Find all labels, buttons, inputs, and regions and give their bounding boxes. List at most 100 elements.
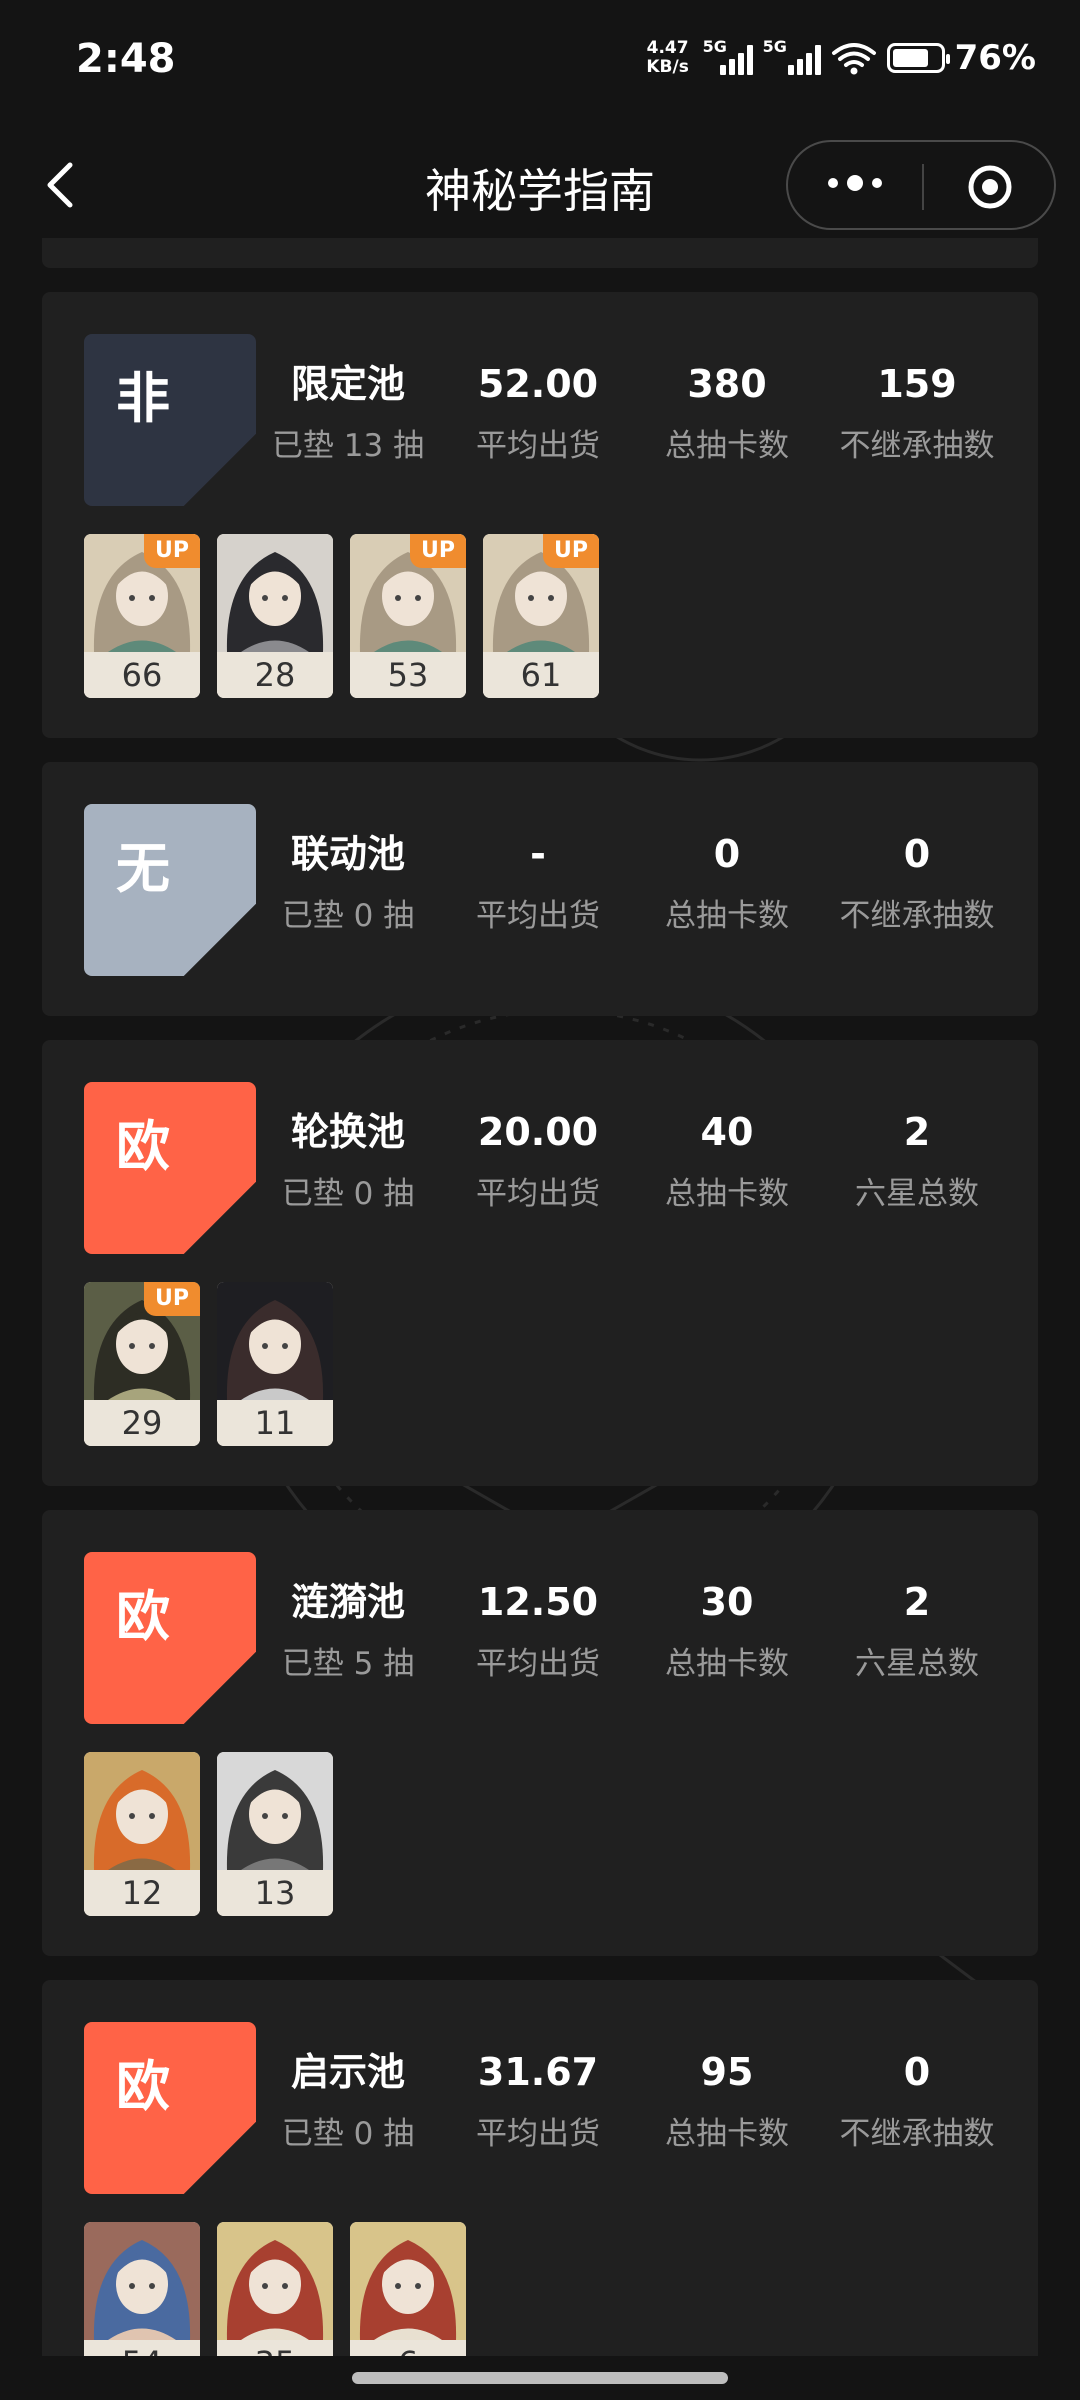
more-dots-icon[interactable] [828,175,882,191]
pool-pity: 已垫 0 抽 [281,2116,415,2152]
rank-label: 无 [116,837,170,900]
stat-column: 0 不继承抽数 [822,830,1012,935]
rank-label: 欧 [116,1585,170,1648]
pool-name: 涟漪池 [290,1580,405,1624]
stat-column: 0 不继承抽数 [822,2048,1012,2153]
stat-column: - 平均出货 [443,830,633,935]
stat-label: 总抽卡数 [665,1646,789,1682]
pool-name-stat: 限定池 已垫 13 抽 [253,360,443,465]
pool-card[interactable]: 欧轮换池 已垫 0 抽 20.00 平均出货 40 总抽卡数 2 六星总数 UP… [42,1040,1038,1486]
stat-column: 0 总抽卡数 [632,830,822,935]
stat-column: 12.50 平均出货 [443,1578,633,1683]
signal-2-icon: 5G [763,37,821,75]
up-badge: UP [543,534,599,568]
rank-badge: 欧 [84,1552,256,1724]
target-circle-icon[interactable] [966,163,1014,211]
network-speed-unit: KB/s [646,57,689,77]
character-row: 12 13 [84,1752,333,1916]
character-card[interactable]: 12 [84,1752,200,1916]
character-card[interactable]: UP 29 [84,1282,200,1446]
pool-name-stat: 涟漪池 已垫 5 抽 [253,1578,443,1683]
character-pull-count: 61 [483,652,599,698]
capsule-divider [922,164,924,210]
rank-badge: 无 [84,804,256,976]
pool-pity: 已垫 0 抽 [281,898,415,934]
character-card[interactable]: UP 66 [84,534,200,698]
pool-name: 轮换池 [290,1110,405,1154]
pool-pity: 已垫 5 抽 [281,1646,415,1682]
sim1-network-tag: 5G [702,37,727,56]
up-badge: UP [144,534,200,568]
stat-column: 380 总抽卡数 [632,360,822,465]
stat-column: 95 总抽卡数 [632,2048,822,2153]
pool-name-stat: 启示池 已垫 0 抽 [253,2048,443,2153]
character-pull-count: 12 [84,1870,200,1916]
stat-label: 平均出货 [476,2116,600,2152]
mini-program-capsule [786,140,1056,230]
rank-badge: 非 [84,334,256,506]
stat-label: 平均出货 [476,1646,600,1682]
stat-label: 总抽卡数 [665,898,789,934]
nav-bar: 神秘学指南 [0,125,1080,245]
rank-label: 欧 [116,2055,170,2118]
home-indicator[interactable] [352,2372,728,2384]
stat-label: 六星总数 [855,1176,979,1212]
wifi-icon [831,43,876,75]
character-pull-count: 53 [350,652,466,698]
stat-value: 52.00 [477,362,599,406]
pool-name: 启示池 [290,2050,405,2094]
status-icons: 4.47 KB/s 5G 5G 76% [643,37,1036,78]
stat-label: 不继承抽数 [839,898,995,934]
character-portrait [84,1752,200,1870]
battery-icon [886,43,950,73]
pool-card[interactable]: 欧涟漪池 已垫 5 抽 12.50 平均出货 30 总抽卡数 2 六星总数 12… [42,1510,1038,1956]
stat-label: 不继承抽数 [839,2116,995,2152]
character-pull-count: 11 [217,1400,333,1446]
character-pull-count: 28 [217,652,333,698]
up-badge: UP [144,1282,200,1316]
character-portrait [217,1752,333,1870]
signal-1-icon: 5G [703,37,753,75]
stat-value: 159 [877,362,957,406]
stat-value: 40 [700,1110,754,1154]
status-bar: 2:48 4.47 KB/s 5G 5G 76% [0,0,1080,125]
stat-value: 380 [687,362,767,406]
character-card[interactable]: UP 53 [350,534,466,698]
stat-label: 总抽卡数 [665,2116,789,2152]
character-pull-count: 29 [84,1400,200,1446]
character-card[interactable]: 28 [217,534,333,698]
character-card[interactable]: 13 [217,1752,333,1916]
character-card[interactable]: UP 61 [483,534,599,698]
stat-column: 30 总抽卡数 [632,1578,822,1683]
character-portrait [350,2222,466,2340]
stat-column: 2 六星总数 [822,1578,1012,1683]
stat-value: 0 [903,832,931,876]
stat-label: 总抽卡数 [665,428,789,464]
stat-label: 总抽卡数 [665,1176,789,1212]
stat-value: 31.67 [477,2050,599,2094]
stat-label: 平均出货 [476,428,600,464]
pool-card[interactable]: 无联动池 已垫 0 抽- 平均出货 0 总抽卡数 0 不继承抽数 [42,762,1038,1016]
stat-label: 不继承抽数 [839,428,995,464]
status-time: 2:48 [76,36,176,82]
stat-value: 2 [903,1580,931,1624]
pool-card[interactable]: 非限定池 已垫 13 抽 52.00 平均出货 380 总抽卡数 159 不继承抽数 [42,292,1038,738]
stat-value: 12.50 [477,1580,599,1624]
sim2-network-tag: 5G [762,37,787,56]
stat-value: - [530,832,546,876]
pool-card[interactable]: 欧 启示池 已垫 0 抽 31.67 平均出货 95 总抽卡数 0 不继承抽数 [42,1980,1038,2400]
rank-badge: 欧 [84,2022,256,2194]
character-portrait [217,534,333,652]
character-portrait [217,2222,333,2340]
network-speed-value: 4.47 [646,38,689,58]
stat-label: 六星总数 [855,1646,979,1682]
character-portrait [217,1282,333,1400]
stat-column: 52.00 平均出货 [443,360,633,465]
character-pull-count: 66 [84,652,200,698]
character-row: UP 66 28 UP 53 UP 61 [84,534,599,698]
character-card[interactable]: 11 [217,1282,333,1446]
previous-card-edge [42,238,1038,268]
character-pull-count: 13 [217,1870,333,1916]
pool-name: 限定池 [290,362,405,406]
pool-pity: 已垫 13 抽 [271,428,425,464]
